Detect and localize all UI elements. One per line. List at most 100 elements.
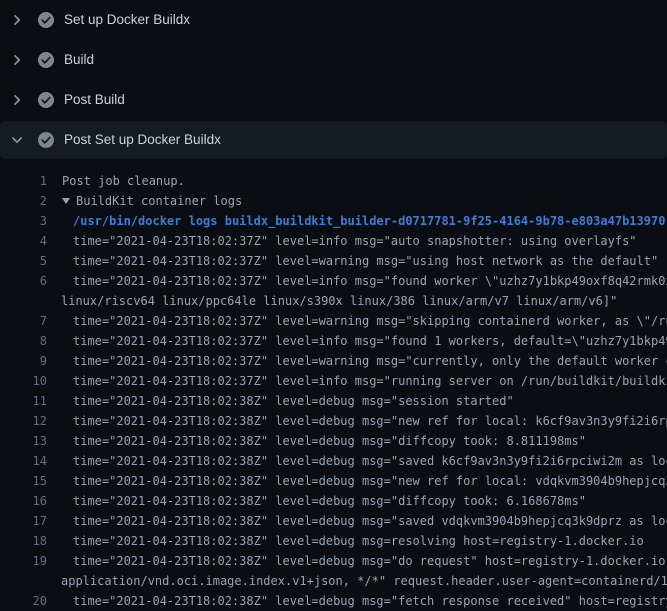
log-line: 10 time="2021-04-23T18:02:37Z" level=inf… (0, 371, 667, 391)
step-row-build[interactable]: Build (0, 40, 667, 80)
log-line-text: application/vnd.oci.image.index.v1+json,… (47, 571, 667, 591)
log-line: 2 BuildKit container logs (0, 191, 667, 211)
log-line-text: time="2021-04-23T18:02:37Z" level=info m… (47, 231, 637, 251)
log-line: linux/riscv64 linux/ppc64le linux/s390x … (0, 291, 667, 311)
log-text: time="2021-04-23T18:02:38Z" level=debug … (73, 394, 514, 408)
check-circle-icon (38, 52, 54, 68)
log-line-text: time="2021-04-23T18:02:37Z" level=info m… (47, 371, 667, 391)
log-line: 5 time="2021-04-23T18:02:37Z" level=warn… (0, 251, 667, 271)
check-circle-icon (38, 12, 54, 28)
log-text: BuildKit container logs (76, 194, 242, 208)
log-text: time="2021-04-23T18:02:38Z" level=debug … (73, 534, 644, 548)
log-line-number[interactable] (0, 571, 47, 591)
log-line-number[interactable]: 5 (0, 251, 47, 271)
caret-down-icon (62, 198, 70, 204)
log-line-number[interactable]: 18 (0, 531, 47, 551)
log-line-text: time="2021-04-23T18:02:38Z" level=debug … (47, 491, 586, 511)
log-line-text: time="2021-04-23T18:02:38Z" level=debug … (47, 591, 667, 611)
log-text: time="2021-04-23T18:02:37Z" level=info m… (73, 334, 667, 348)
log-line-text: time="2021-04-23T18:02:38Z" level=debug … (47, 471, 667, 491)
log-line-number[interactable]: 4 (0, 231, 47, 251)
log-line-text: Post job cleanup. (47, 171, 185, 191)
log-line-number[interactable]: 8 (0, 331, 47, 351)
step-row-set-up-docker-buildx[interactable]: Set up Docker Buildx (0, 0, 667, 40)
log-line: 20 time="2021-04-23T18:02:38Z" level=deb… (0, 591, 667, 611)
log-line-number[interactable]: 19 (0, 551, 47, 571)
chevron-right-icon[interactable] (9, 92, 25, 108)
log-line: 4 time="2021-04-23T18:02:37Z" level=info… (0, 231, 667, 251)
log-line-text: time="2021-04-23T18:02:38Z" level=debug … (47, 391, 514, 411)
log-line: 13 time="2021-04-23T18:02:38Z" level=deb… (0, 431, 667, 451)
log-line: 15 time="2021-04-23T18:02:38Z" level=deb… (0, 471, 667, 491)
log-line-number[interactable]: 12 (0, 411, 47, 431)
log-line: 14 time="2021-04-23T18:02:38Z" level=deb… (0, 451, 667, 471)
log-text: time="2021-04-23T18:02:38Z" level=debug … (73, 514, 667, 528)
log-text: time="2021-04-23T18:02:37Z" level=warnin… (73, 254, 658, 268)
log-text: time="2021-04-23T18:02:37Z" level=warnin… (73, 354, 667, 368)
log-text: application/vnd.oci.image.index.v1+json,… (61, 574, 667, 588)
log-text: Post job cleanup. (62, 174, 185, 188)
log-line-number[interactable]: 7 (0, 311, 47, 331)
log-line-number[interactable]: 17 (0, 511, 47, 531)
log-line-number[interactable] (0, 291, 47, 311)
log-line: 12 time="2021-04-23T18:02:38Z" level=deb… (0, 411, 667, 431)
check-circle-icon (38, 92, 54, 108)
log-line-number[interactable]: 15 (0, 471, 47, 491)
chevron-down-icon[interactable] (9, 132, 25, 148)
log-line-number[interactable]: 11 (0, 391, 47, 411)
log-line: 3 /usr/bin/docker logs buildx_buildkit_b… (0, 211, 667, 231)
log-line-text: time="2021-04-23T18:02:37Z" level=warnin… (47, 351, 667, 371)
log-line-number[interactable]: 10 (0, 371, 47, 391)
step-label: Post Build (64, 92, 125, 108)
log-line-number[interactable]: 13 (0, 431, 47, 451)
log-text: time="2021-04-23T18:02:37Z" level=warnin… (73, 314, 667, 328)
log-text: time="2021-04-23T18:02:37Z" level=info m… (73, 374, 667, 388)
log-text: time="2021-04-23T18:02:38Z" level=debug … (73, 494, 586, 508)
log-line: 9 time="2021-04-23T18:02:37Z" level=warn… (0, 351, 667, 371)
check-circle-icon (38, 132, 54, 148)
log-line: 8 time="2021-04-23T18:02:37Z" level=info… (0, 331, 667, 351)
log-line-number[interactable]: 1 (0, 171, 47, 191)
log-line: application/vnd.oci.image.index.v1+json,… (0, 571, 667, 591)
log-line-text: time="2021-04-23T18:02:38Z" level=debug … (47, 551, 667, 571)
log-text: time="2021-04-23T18:02:38Z" level=debug … (73, 554, 667, 568)
log-line-number[interactable]: 14 (0, 451, 47, 471)
step-row-post-build[interactable]: Post Build (0, 80, 667, 120)
log-line-number[interactable]: 20 (0, 591, 47, 611)
log-viewer: 1 Post job cleanup. 2 BuildKit container… (0, 160, 667, 611)
steps-list: Set up Docker Buildx Build Post Buil (0, 0, 667, 159)
log-text: time="2021-04-23T18:02:38Z" level=debug … (73, 434, 586, 448)
log-line-text: linux/riscv64 linux/ppc64le linux/s390x … (47, 291, 617, 311)
log-line-text: time="2021-04-23T18:02:37Z" level=warnin… (47, 251, 658, 271)
chevron-right-icon[interactable] (9, 12, 25, 28)
log-line: 18 time="2021-04-23T18:02:38Z" level=deb… (0, 531, 667, 551)
log-line: 17 time="2021-04-23T18:02:38Z" level=deb… (0, 511, 667, 531)
log-line-text: /usr/bin/docker logs buildx_buildkit_bui… (47, 211, 665, 231)
log-line: 7 time="2021-04-23T18:02:37Z" level=warn… (0, 311, 667, 331)
log-text: time="2021-04-23T18:02:37Z" level=info m… (73, 234, 637, 248)
log-line-number[interactable]: 6 (0, 271, 47, 291)
log-text: linux/riscv64 linux/ppc64le linux/s390x … (61, 294, 617, 308)
log-line-number[interactable]: 2 (0, 191, 47, 211)
log-line-text: time="2021-04-23T18:02:38Z" level=debug … (47, 431, 586, 451)
log-line-text: time="2021-04-23T18:02:38Z" level=debug … (47, 511, 667, 531)
log-line-text: time="2021-04-23T18:02:38Z" level=debug … (47, 531, 644, 551)
log-line-number[interactable]: 3 (0, 211, 47, 231)
log-text: /usr/bin/docker logs buildx_buildkit_bui… (73, 214, 665, 228)
log-text: time="2021-04-23T18:02:38Z" level=debug … (73, 594, 667, 608)
step-label: Build (64, 52, 94, 68)
log-line: 16 time="2021-04-23T18:02:38Z" level=deb… (0, 491, 667, 511)
log-text: time="2021-04-23T18:02:38Z" level=debug … (73, 474, 667, 488)
log-line-text: time="2021-04-23T18:02:37Z" level=info m… (47, 271, 667, 291)
step-row-post-set-up-docker-buildx[interactable]: Post Set up Docker Buildx (0, 121, 667, 159)
log-group-header[interactable]: BuildKit container logs (47, 191, 242, 211)
log-text: time="2021-04-23T18:02:37Z" level=info m… (73, 274, 667, 288)
log-line-number[interactable]: 16 (0, 491, 47, 511)
log-line-number[interactable]: 9 (0, 351, 47, 371)
step-label: Post Set up Docker Buildx (64, 132, 221, 148)
log-line-text: time="2021-04-23T18:02:38Z" level=debug … (47, 451, 667, 471)
log-line-text: time="2021-04-23T18:02:38Z" level=debug … (47, 411, 667, 431)
step-label: Set up Docker Buildx (64, 12, 190, 28)
log-line: 11 time="2021-04-23T18:02:38Z" level=deb… (0, 391, 667, 411)
chevron-right-icon[interactable] (9, 52, 25, 68)
